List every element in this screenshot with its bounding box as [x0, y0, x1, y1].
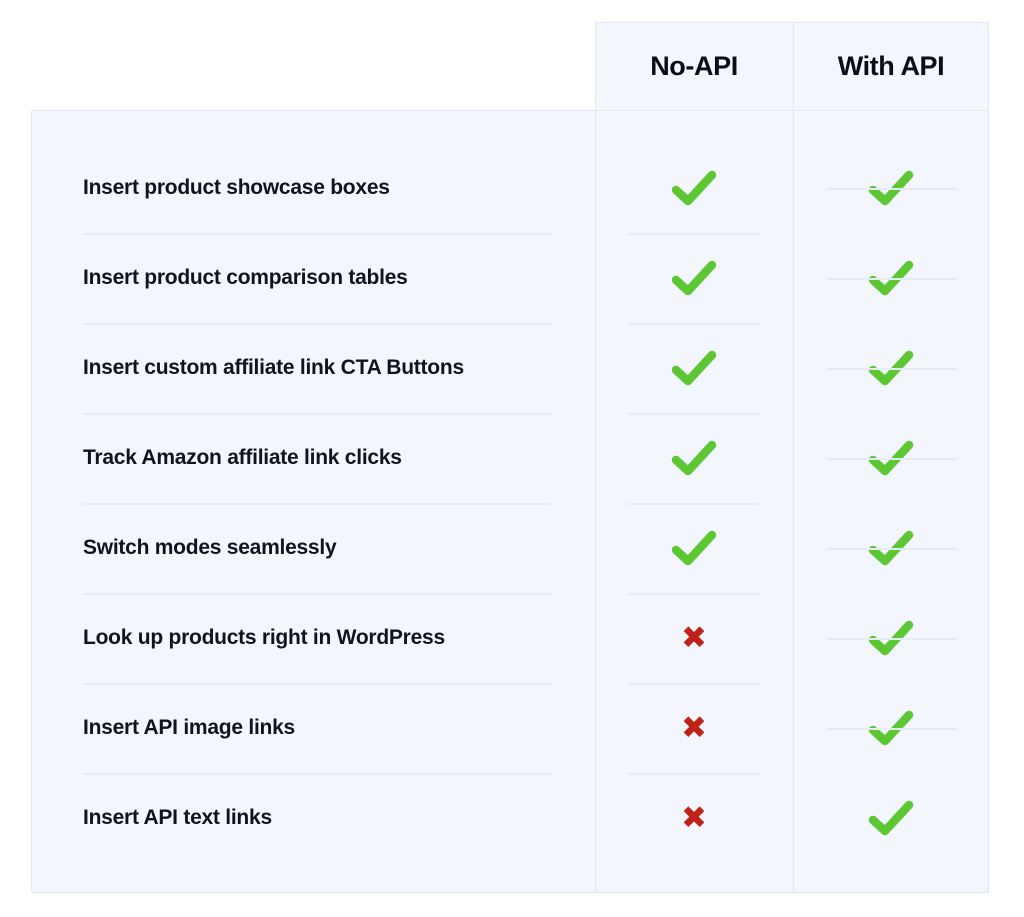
cross-icon: ✖ — [681, 799, 707, 836]
row-label: Look up products right in WordPress — [83, 626, 445, 649]
feature-rows: Insert product showcase boxes Insert prod… — [31, 110, 989, 893]
row-divider-segment — [826, 188, 958, 190]
row-divider-segment — [826, 728, 958, 730]
check-icon — [867, 798, 915, 838]
row-divider-segment — [826, 458, 958, 460]
cell-supported — [595, 168, 793, 208]
check-icon — [670, 528, 718, 568]
cell-supported — [595, 348, 793, 388]
check-icon — [670, 438, 718, 478]
row-label: Insert product comparison tables — [83, 266, 408, 289]
column-header-label: With API — [837, 50, 945, 81]
cross-icon: ✖ — [681, 709, 707, 746]
cell-supported — [793, 798, 989, 838]
cell-not-supported: ✖ — [595, 709, 793, 746]
comparison-table: No-API With API Insert product showcase … — [0, 0, 1024, 917]
row-label: Switch modes seamlessly — [83, 536, 337, 559]
row-divider-segment — [826, 278, 958, 280]
cross-icon: ✖ — [681, 619, 707, 656]
row-label: Insert custom affiliate link CTA Buttons — [83, 356, 464, 379]
row-label: Insert product showcase boxes — [83, 176, 390, 199]
check-icon — [670, 168, 718, 208]
table-row: Insert API text links ✖ — [31, 728, 989, 863]
row-label: Track Amazon affiliate link clicks — [83, 446, 402, 469]
row-label: Insert API image links — [83, 716, 295, 739]
column-header-with-api: With API — [793, 22, 989, 110]
cell-supported — [595, 528, 793, 568]
cell-not-supported: ✖ — [595, 619, 793, 656]
check-icon — [670, 258, 718, 298]
row-divider-segment — [826, 548, 958, 550]
row-label: Insert API text links — [83, 806, 272, 829]
column-header-no-api: No-API — [595, 22, 793, 110]
row-divider-segment — [826, 368, 958, 370]
cell-supported — [595, 258, 793, 298]
cell-not-supported: ✖ — [595, 799, 793, 836]
check-icon — [670, 348, 718, 388]
row-divider-segment — [826, 638, 958, 640]
column-header-label: No-API — [650, 50, 738, 81]
cell-supported — [595, 438, 793, 478]
